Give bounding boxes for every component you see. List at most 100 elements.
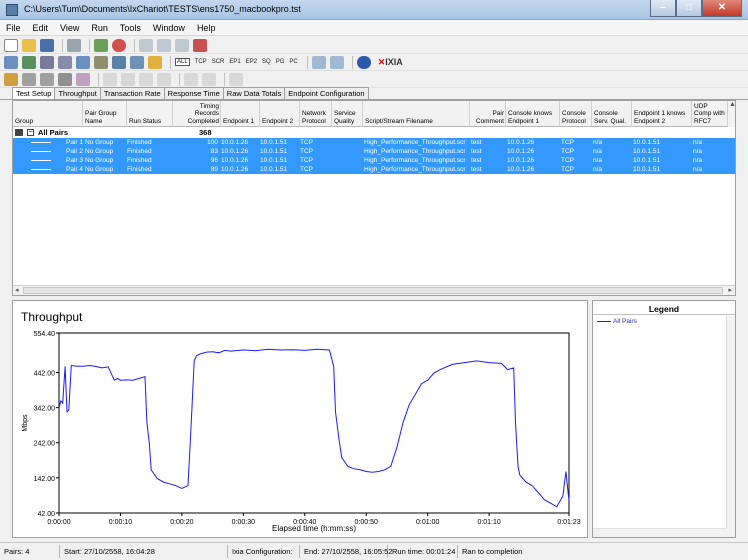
ixia-logo: ✕IXIA <box>377 56 403 67</box>
legend-item-all-pairs[interactable]: All Pairs <box>597 318 637 325</box>
open-folder-icon[interactable] <box>22 38 36 52</box>
col-run-status[interactable]: Run Status <box>127 101 173 127</box>
legend-vertical-scrollbar[interactable] <box>726 316 735 537</box>
horizontal-scrollbar[interactable]: ◂ ▸ <box>13 285 735 295</box>
legend-swatch <box>597 321 611 322</box>
x-tick-label: 0:01:23 <box>557 519 580 526</box>
cut-icon[interactable] <box>139 38 153 52</box>
cell-script: High_Performance_Throughput.scr <box>364 166 466 173</box>
chart-icon[interactable] <box>112 55 126 69</box>
filter-pc[interactable]: PC <box>289 59 297 65</box>
tab-transaction-rate[interactable]: Transaction Rate <box>99 87 165 99</box>
edit-pair-icon[interactable] <box>40 55 54 69</box>
title-bar: C:\Users\Tum\Documents\IxChariot\TESTS\e… <box>0 0 748 20</box>
cell-udp: n/a <box>693 157 703 164</box>
paste-icon[interactable] <box>175 38 189 52</box>
cell-ep1: 10.0.1.26 <box>221 139 249 146</box>
zoom-icon[interactable] <box>311 55 326 69</box>
add-pair-icon[interactable] <box>4 55 18 69</box>
menu-edit[interactable]: Edit <box>27 20 55 35</box>
group-icon[interactable] <box>76 55 90 69</box>
menu-tools[interactable]: Tools <box>114 20 147 35</box>
col-ep1-knows-ep2[interactable]: Endpoint 1 knows Endpoint 2 <box>632 101 692 127</box>
tab-throughput[interactable]: Throughput <box>54 87 101 99</box>
col-service-quality[interactable]: Service Quality <box>332 101 363 127</box>
col-console-knows-ep1[interactable]: Console knows Endpoint 1 <box>506 101 560 127</box>
add-multicast-icon[interactable] <box>22 55 36 69</box>
tools-icon[interactable] <box>58 72 72 86</box>
info-icon[interactable] <box>356 55 371 69</box>
cell-group: No Group <box>85 166 114 173</box>
view-icon[interactable] <box>130 55 144 69</box>
layout-icon[interactable] <box>329 55 344 69</box>
menu-view[interactable]: View <box>54 20 85 35</box>
menu-file[interactable]: File <box>0 20 27 35</box>
table-row[interactable]: Pair 2 No Group Finished 83 10.0.1.26 10.0.1.… <box>13 147 735 156</box>
filter-ep2[interactable]: EP2 <box>246 59 257 65</box>
cell-pair: Pair 2 <box>66 148 83 155</box>
col-timing-records[interactable]: Timing Records Completed <box>173 101 221 127</box>
menu-run[interactable]: Run <box>85 20 114 35</box>
minimize-button[interactable]: – <box>650 0 676 17</box>
stop-icon[interactable] <box>112 38 126 52</box>
status-result: Ran to completion <box>462 547 523 556</box>
report-icon[interactable] <box>76 72 90 86</box>
renumber-icon[interactable] <box>58 55 72 69</box>
cell-proto: TCP <box>300 166 313 173</box>
col-console-serv-qual[interactable]: Console Serv. Qual. <box>592 101 632 127</box>
scroll-left-icon[interactable]: ◂ <box>15 286 19 295</box>
status-pairs: Pairs: 4 <box>0 545 60 558</box>
options-icon[interactable] <box>40 72 54 86</box>
run-icon[interactable] <box>94 38 108 52</box>
print-icon[interactable] <box>67 38 81 52</box>
cell-proto: TCP <box>300 139 313 146</box>
maximize-button[interactable]: □ <box>676 0 702 17</box>
col-console-protocol[interactable]: Console Protocol <box>560 101 592 127</box>
cell-cproto: TCP <box>561 157 574 164</box>
table-row[interactable]: Pair 1 No Group Finished 100 10.0.1.26 10.0.1… <box>13 138 735 147</box>
scroll-right-icon[interactable]: ▸ <box>728 286 732 295</box>
tab-response-time[interactable]: Response Time <box>163 87 224 99</box>
col-group[interactable]: Group <box>13 101 83 127</box>
new-file-icon[interactable] <box>4 38 18 52</box>
col-network-protocol[interactable]: Network Protocol <box>300 101 332 127</box>
col-endpoint-2[interactable]: Endpoint 2 <box>260 101 300 127</box>
table-row[interactable]: Pair 4 No Group Finished 89 10.0.1.26 10.0.1.… <box>13 165 735 174</box>
col-endpoint-1[interactable]: Endpoint 1 <box>221 101 260 127</box>
filter-pg[interactable]: PG <box>276 59 285 65</box>
col-script-filename[interactable]: Script/Stream Filename <box>363 101 470 127</box>
tree-connector <box>31 151 51 152</box>
script-icon[interactable] <box>94 55 108 69</box>
alert-icon[interactable] <box>148 55 162 69</box>
delete-icon[interactable] <box>193 38 207 52</box>
cell-ep2: 10.0.1.51 <box>260 166 288 173</box>
cell-records: 96 <box>210 157 218 164</box>
col-pair-group-name[interactable]: Pair Group Name <box>83 101 127 127</box>
filter-ep1[interactable]: EP1 <box>229 59 240 65</box>
x-tick-label: 0:00:30 <box>232 519 255 526</box>
close-button[interactable]: ✕ <box>702 0 742 17</box>
cell-ep2: 10.0.1.51 <box>260 148 288 155</box>
tab-raw-data-totals[interactable]: Raw Data Totals <box>222 87 286 99</box>
filter-tcp[interactable]: TCP <box>195 59 207 65</box>
scrollbar-thumb[interactable] <box>23 287 723 294</box>
copy-icon[interactable] <box>157 38 171 52</box>
tab-endpoint-configuration[interactable]: Endpoint Configuration <box>284 87 369 99</box>
filter-sq[interactable]: SQ <box>262 59 271 65</box>
wizard-icon[interactable] <box>4 72 18 86</box>
menu-help[interactable]: Help <box>191 20 222 35</box>
menu-window[interactable]: Window <box>147 20 191 35</box>
col-udp-comp[interactable]: UDP Comp with RFC7 <box>692 101 728 127</box>
legend-horizontal-scrollbar[interactable] <box>593 528 727 537</box>
all-pairs-row[interactable]: − All Pairs 368 <box>13 127 735 138</box>
tab-test-setup[interactable]: Test Setup <box>12 87 56 99</box>
table-row[interactable]: Pair 3 No Group Finished 96 10.0.1.26 10.0.1.… <box>13 156 735 165</box>
scroll-up-icon[interactable]: ▲ <box>728 101 735 127</box>
col-pair-comment[interactable]: Pair Comment <box>470 101 506 127</box>
save-icon[interactable] <box>40 38 54 52</box>
settings-icon[interactable] <box>22 72 36 86</box>
filter-all[interactable]: ALL <box>175 58 190 66</box>
filter-scr[interactable]: SCR <box>212 59 225 65</box>
cell-comment: test <box>471 166 482 173</box>
collapse-icon[interactable]: − <box>27 129 34 136</box>
